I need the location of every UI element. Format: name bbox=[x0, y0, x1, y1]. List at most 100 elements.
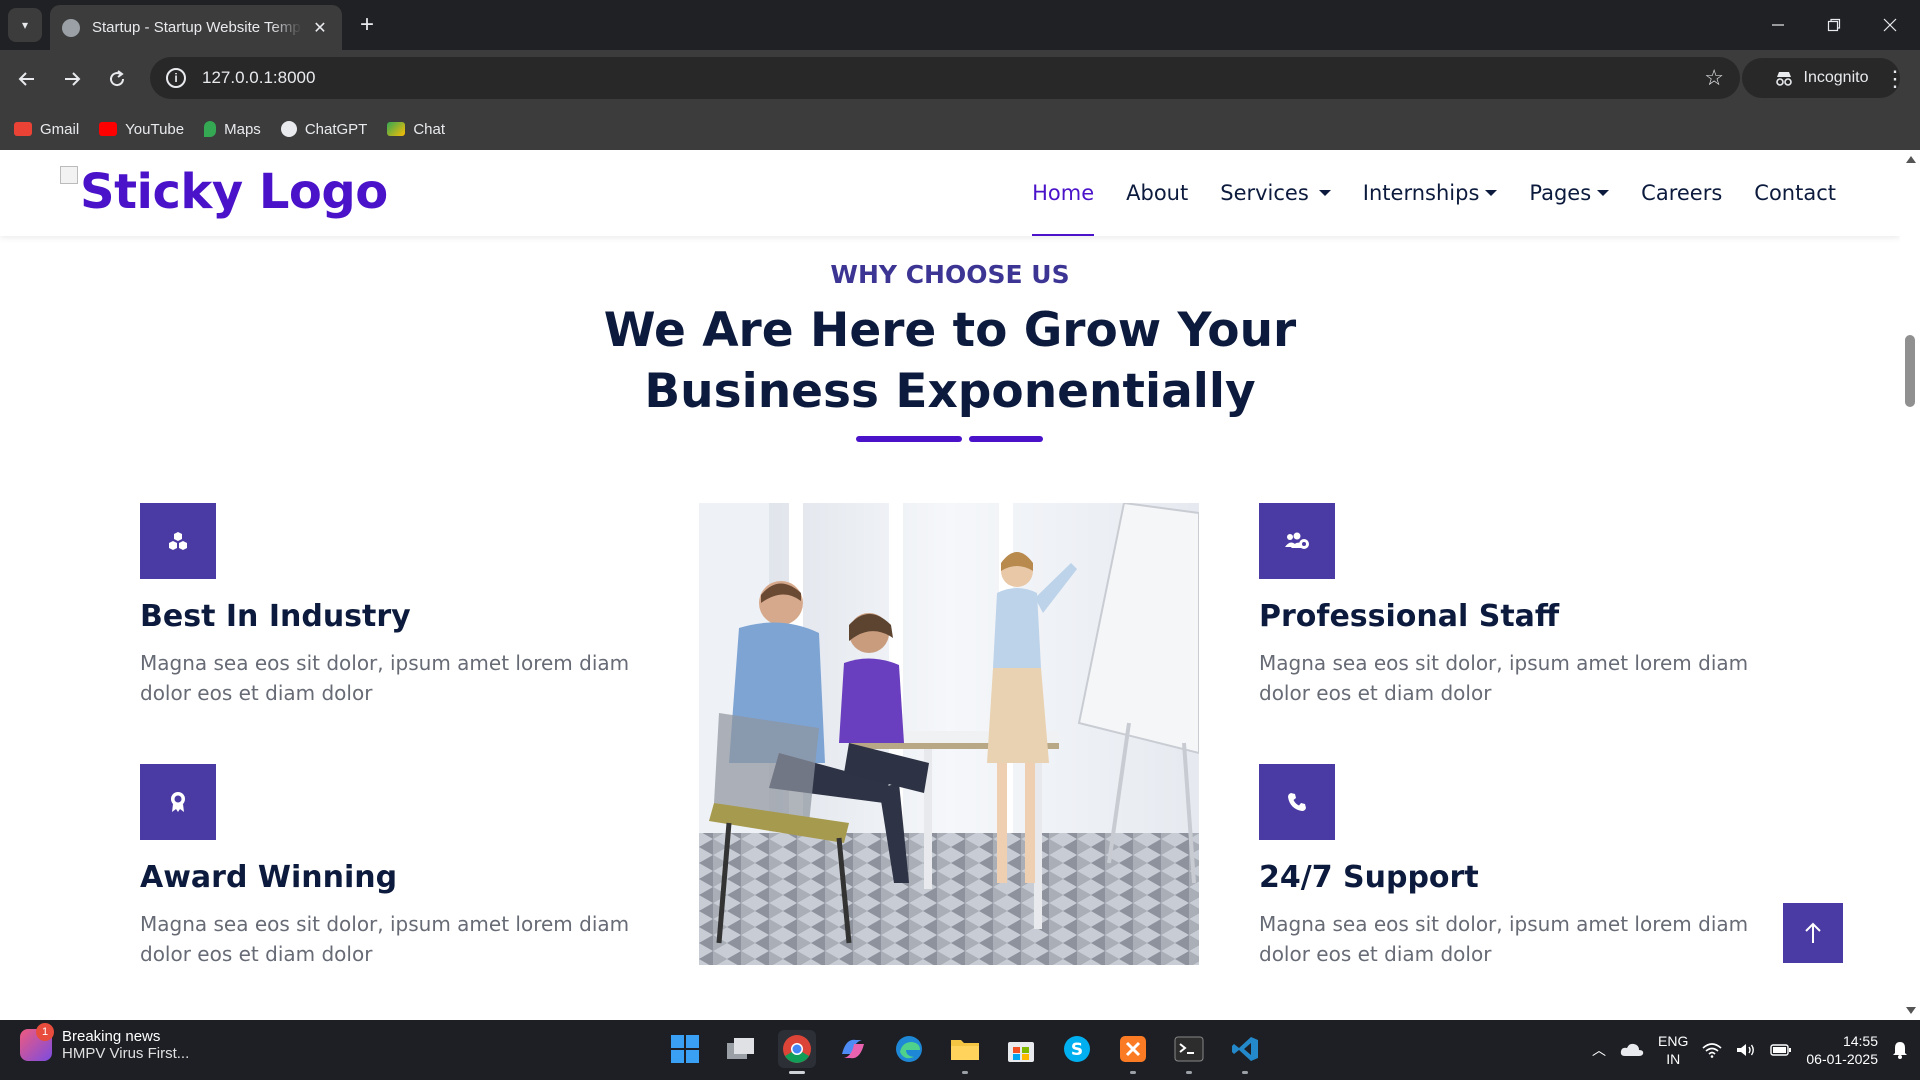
nav-contact[interactable]: Contact bbox=[1754, 150, 1836, 236]
browser-toolbar: i 127.0.0.1:8000 ☆ Incognito ⋮ bbox=[0, 50, 1920, 108]
clock[interactable]: 14:55 06-01-2025 bbox=[1806, 1032, 1878, 1068]
notification-bell-icon[interactable] bbox=[1892, 1041, 1908, 1059]
feature-title: Best In Industry bbox=[140, 599, 411, 634]
site-logo[interactable]: Sticky Logo bbox=[60, 162, 388, 216]
scroll-thumb[interactable] bbox=[1905, 335, 1915, 407]
running-indicator bbox=[1130, 1071, 1136, 1074]
news-subtitle: HMPV Virus First... bbox=[62, 1045, 190, 1062]
running-indicator bbox=[1242, 1071, 1248, 1074]
start-button[interactable] bbox=[666, 1030, 704, 1068]
reload-button[interactable] bbox=[100, 62, 134, 96]
nav-careers[interactable]: Careers bbox=[1641, 150, 1722, 236]
news-widget[interactable]: 1 Breaking news HMPV Virus First... bbox=[20, 1023, 190, 1062]
nav-internships[interactable]: Internships bbox=[1363, 150, 1498, 236]
nav-home[interactable]: Home bbox=[1032, 150, 1095, 236]
chrome-icon bbox=[783, 1035, 811, 1063]
active-indicator bbox=[789, 1071, 805, 1074]
svg-text:S: S bbox=[1071, 1040, 1083, 1060]
back-to-top-button[interactable] bbox=[1783, 903, 1843, 963]
nav-pages[interactable]: Pages bbox=[1529, 150, 1610, 236]
address-bar[interactable]: i 127.0.0.1:8000 ☆ bbox=[150, 57, 1740, 99]
wifi-icon[interactable] bbox=[1702, 1042, 1722, 1058]
page-viewport: Sticky Logo Home About Services Internsh… bbox=[0, 150, 1900, 1020]
copilot-icon bbox=[842, 1039, 864, 1059]
bookmark-star-icon[interactable]: ☆ bbox=[1704, 65, 1724, 91]
nav-label: Home bbox=[1032, 181, 1095, 205]
vscode-taskbar-app[interactable] bbox=[1226, 1030, 1264, 1074]
title-underline-left bbox=[856, 436, 962, 442]
chevron-up-icon[interactable]: ︿ bbox=[1592, 1040, 1606, 1060]
file-explorer-taskbar-app[interactable] bbox=[946, 1030, 984, 1074]
url-text[interactable]: 127.0.0.1:8000 bbox=[202, 68, 315, 88]
browser-menu-button[interactable]: ⋮ bbox=[1880, 62, 1910, 96]
reload-icon bbox=[110, 70, 125, 87]
nav-label: About bbox=[1126, 181, 1189, 205]
caret-down-icon bbox=[1597, 190, 1610, 196]
caret-down-icon bbox=[1318, 190, 1331, 196]
minimize-icon bbox=[1772, 24, 1784, 26]
incognito-badge[interactable]: Incognito bbox=[1742, 58, 1900, 98]
bookmark-label: Gmail bbox=[40, 120, 80, 138]
users-cog-icon bbox=[1259, 503, 1335, 579]
skype-taskbar-app[interactable]: S bbox=[1058, 1030, 1096, 1068]
language-code: ENG bbox=[1658, 1033, 1689, 1049]
section-subtitle: WHY CHOOSE US bbox=[830, 260, 1070, 289]
maps-icon bbox=[204, 121, 217, 137]
tab-search-button[interactable]: ▾ bbox=[8, 8, 42, 42]
bookmark-label: Maps bbox=[224, 120, 261, 138]
gmail-icon bbox=[14, 122, 32, 136]
close-icon bbox=[1883, 18, 1897, 32]
task-view-button[interactable] bbox=[722, 1030, 760, 1068]
minimize-button[interactable] bbox=[1758, 8, 1798, 42]
system-tray: ︿ ENG IN 14:55 06-01-2025 bbox=[1592, 1020, 1908, 1080]
feature-best-in-industry: Best In Industry Magna sea eos sit dolor… bbox=[140, 503, 660, 708]
browser-tab[interactable]: Startup - Startup Website Template ✕ bbox=[50, 5, 342, 50]
feature-text: Magna sea eos sit dolor, ipsum amet lore… bbox=[140, 651, 630, 705]
feature-text: Magna sea eos sit dolor, ipsum amet lore… bbox=[140, 912, 630, 966]
clock-time: 14:55 bbox=[1842, 1033, 1878, 1049]
volume-icon[interactable] bbox=[1736, 1042, 1756, 1058]
browser-tabbar: ▾ Startup - Startup Website Template ✕ + bbox=[0, 0, 1920, 50]
close-window-button[interactable] bbox=[1870, 8, 1910, 42]
feature-title: Award Winning bbox=[140, 860, 398, 895]
feature-award-winning: Award Winning Magna sea eos sit dolor, i… bbox=[140, 764, 660, 969]
restore-button[interactable] bbox=[1814, 8, 1854, 42]
feature-title: 24/7 Support bbox=[1259, 860, 1479, 895]
store-icon bbox=[1008, 1042, 1034, 1062]
chat-icon bbox=[387, 122, 406, 136]
terminal-icon bbox=[1174, 1036, 1204, 1062]
bookmark-label: Chat bbox=[413, 120, 446, 138]
terminal-taskbar-app[interactable] bbox=[1170, 1030, 1208, 1074]
copilot-taskbar-app[interactable] bbox=[834, 1030, 872, 1068]
page-scrollbar[interactable] bbox=[1900, 150, 1920, 1020]
edge-icon bbox=[896, 1036, 922, 1062]
scroll-down-arrow-icon[interactable] bbox=[1906, 1007, 1916, 1014]
bookmark-youtube[interactable]: YouTube bbox=[99, 121, 184, 138]
xampp-taskbar-app[interactable] bbox=[1114, 1030, 1152, 1074]
bookmark-label: YouTube bbox=[125, 120, 185, 138]
bookmark-gmail[interactable]: Gmail bbox=[14, 121, 79, 138]
tab-close-button[interactable]: ✕ bbox=[310, 18, 330, 38]
bookmark-maps[interactable]: Maps bbox=[204, 121, 261, 138]
bookmark-chatgpt[interactable]: ChatGPT bbox=[280, 121, 367, 138]
globe-icon bbox=[62, 18, 80, 37]
new-tab-button[interactable]: + bbox=[352, 10, 382, 40]
nav-services[interactable]: Services bbox=[1220, 150, 1331, 236]
onedrive-cloud-icon[interactable] bbox=[1620, 1042, 1644, 1058]
forward-button[interactable] bbox=[55, 62, 89, 96]
scroll-up-arrow-icon[interactable] bbox=[1906, 156, 1916, 163]
language-indicator[interactable]: ENG IN bbox=[1658, 1032, 1688, 1068]
nav-about[interactable]: About bbox=[1126, 150, 1188, 236]
chrome-taskbar-app[interactable] bbox=[778, 1030, 816, 1074]
battery-icon[interactable] bbox=[1770, 1043, 1792, 1057]
section-title-line: Business Exponentially bbox=[644, 364, 1256, 419]
feature-text: Magna sea eos sit dolor, ipsum amet lore… bbox=[1259, 912, 1749, 966]
main-menu: Home About Services Internships Pages Ca… bbox=[1032, 150, 1836, 236]
edge-taskbar-app[interactable] bbox=[890, 1030, 928, 1068]
nav-label: Services bbox=[1220, 181, 1309, 205]
store-taskbar-app[interactable] bbox=[1002, 1030, 1040, 1068]
site-info-icon[interactable]: i bbox=[166, 68, 186, 88]
region-code: IN bbox=[1666, 1051, 1681, 1067]
back-button[interactable] bbox=[10, 62, 44, 96]
bookmark-chat[interactable]: Chat bbox=[387, 121, 445, 138]
